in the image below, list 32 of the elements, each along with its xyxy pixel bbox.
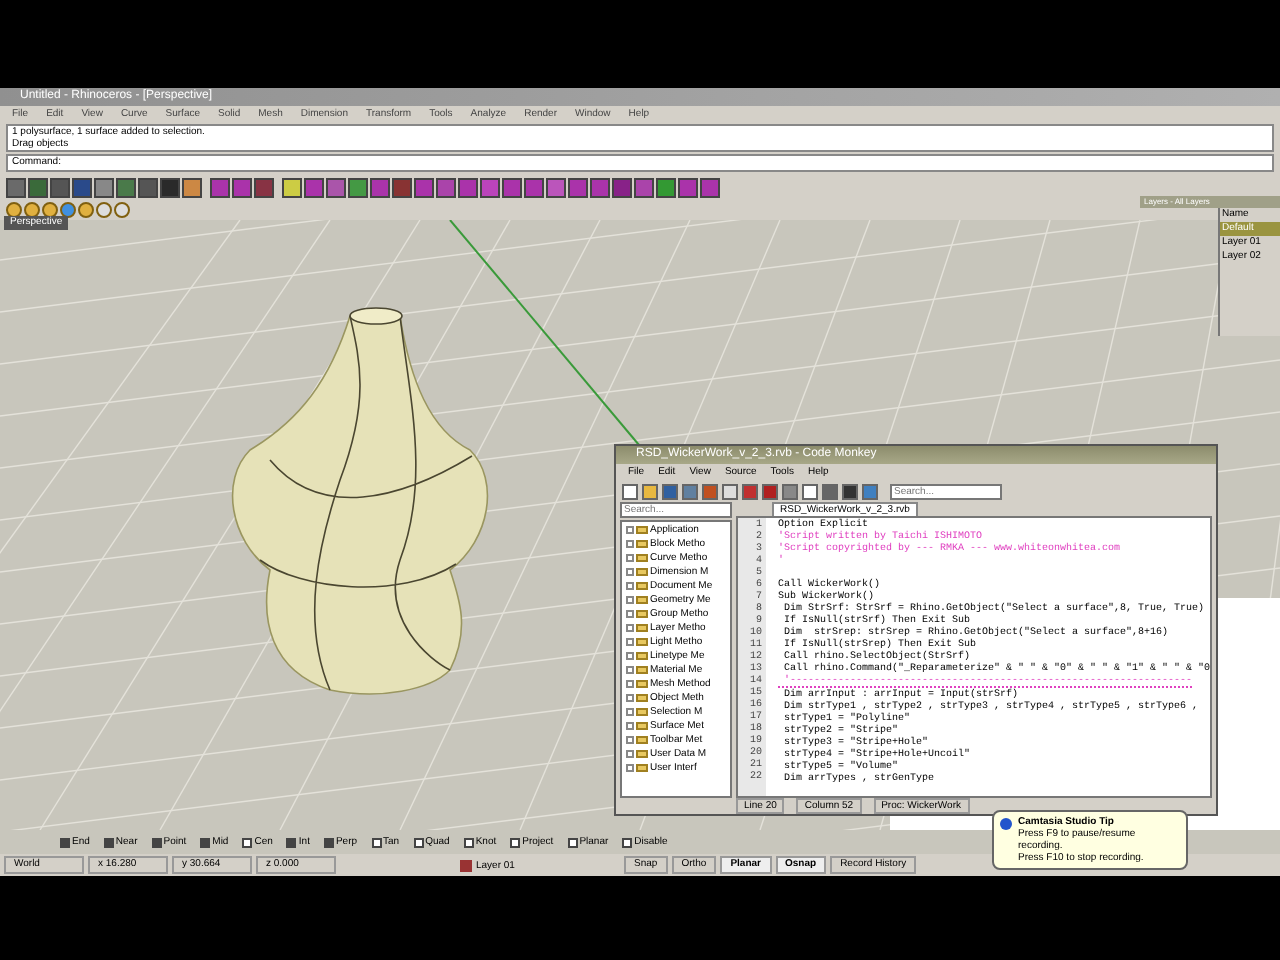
checked-checkbox[interactable]: [323, 837, 334, 847]
checkbox[interactable]: [510, 837, 521, 847]
expand-icon[interactable]: [626, 553, 634, 561]
expand-icon[interactable]: [626, 735, 634, 743]
checkbox[interactable]: [622, 837, 633, 847]
expand-icon[interactable]: [626, 721, 634, 729]
expand-icon[interactable]: [626, 651, 634, 659]
checkbox[interactable]: [567, 837, 578, 847]
expand-icon[interactable]: [626, 637, 634, 645]
expand-icon[interactable]: [626, 525, 634, 533]
checked-checkbox[interactable]: [103, 837, 114, 847]
checked-checkbox[interactable]: [286, 837, 297, 847]
checked-checkbox[interactable]: [200, 837, 211, 847]
expand-icon[interactable]: [626, 609, 634, 617]
expand-icon[interactable]: [626, 595, 634, 603]
expand-icon[interactable]: [626, 581, 634, 589]
expand-icon[interactable]: [626, 623, 634, 631]
info-icon: [1000, 818, 1012, 830]
checked-checkbox[interactable]: [60, 837, 70, 847]
expand-icon[interactable]: [626, 539, 634, 547]
expand-icon[interactable]: [626, 763, 634, 771]
checkbox[interactable]: [371, 837, 382, 847]
expand-icon[interactable]: [626, 693, 634, 701]
expand-icon[interactable]: [626, 567, 634, 575]
checked-checkbox[interactable]: [151, 837, 162, 847]
expand-icon[interactable]: [626, 679, 634, 687]
expand-icon[interactable]: [626, 665, 634, 673]
checkbox[interactable]: [413, 837, 424, 847]
expand-icon[interactable]: [626, 707, 634, 715]
checkbox[interactable]: [242, 837, 253, 847]
checkbox[interactable]: [463, 837, 474, 847]
expand-icon[interactable]: [626, 749, 634, 757]
